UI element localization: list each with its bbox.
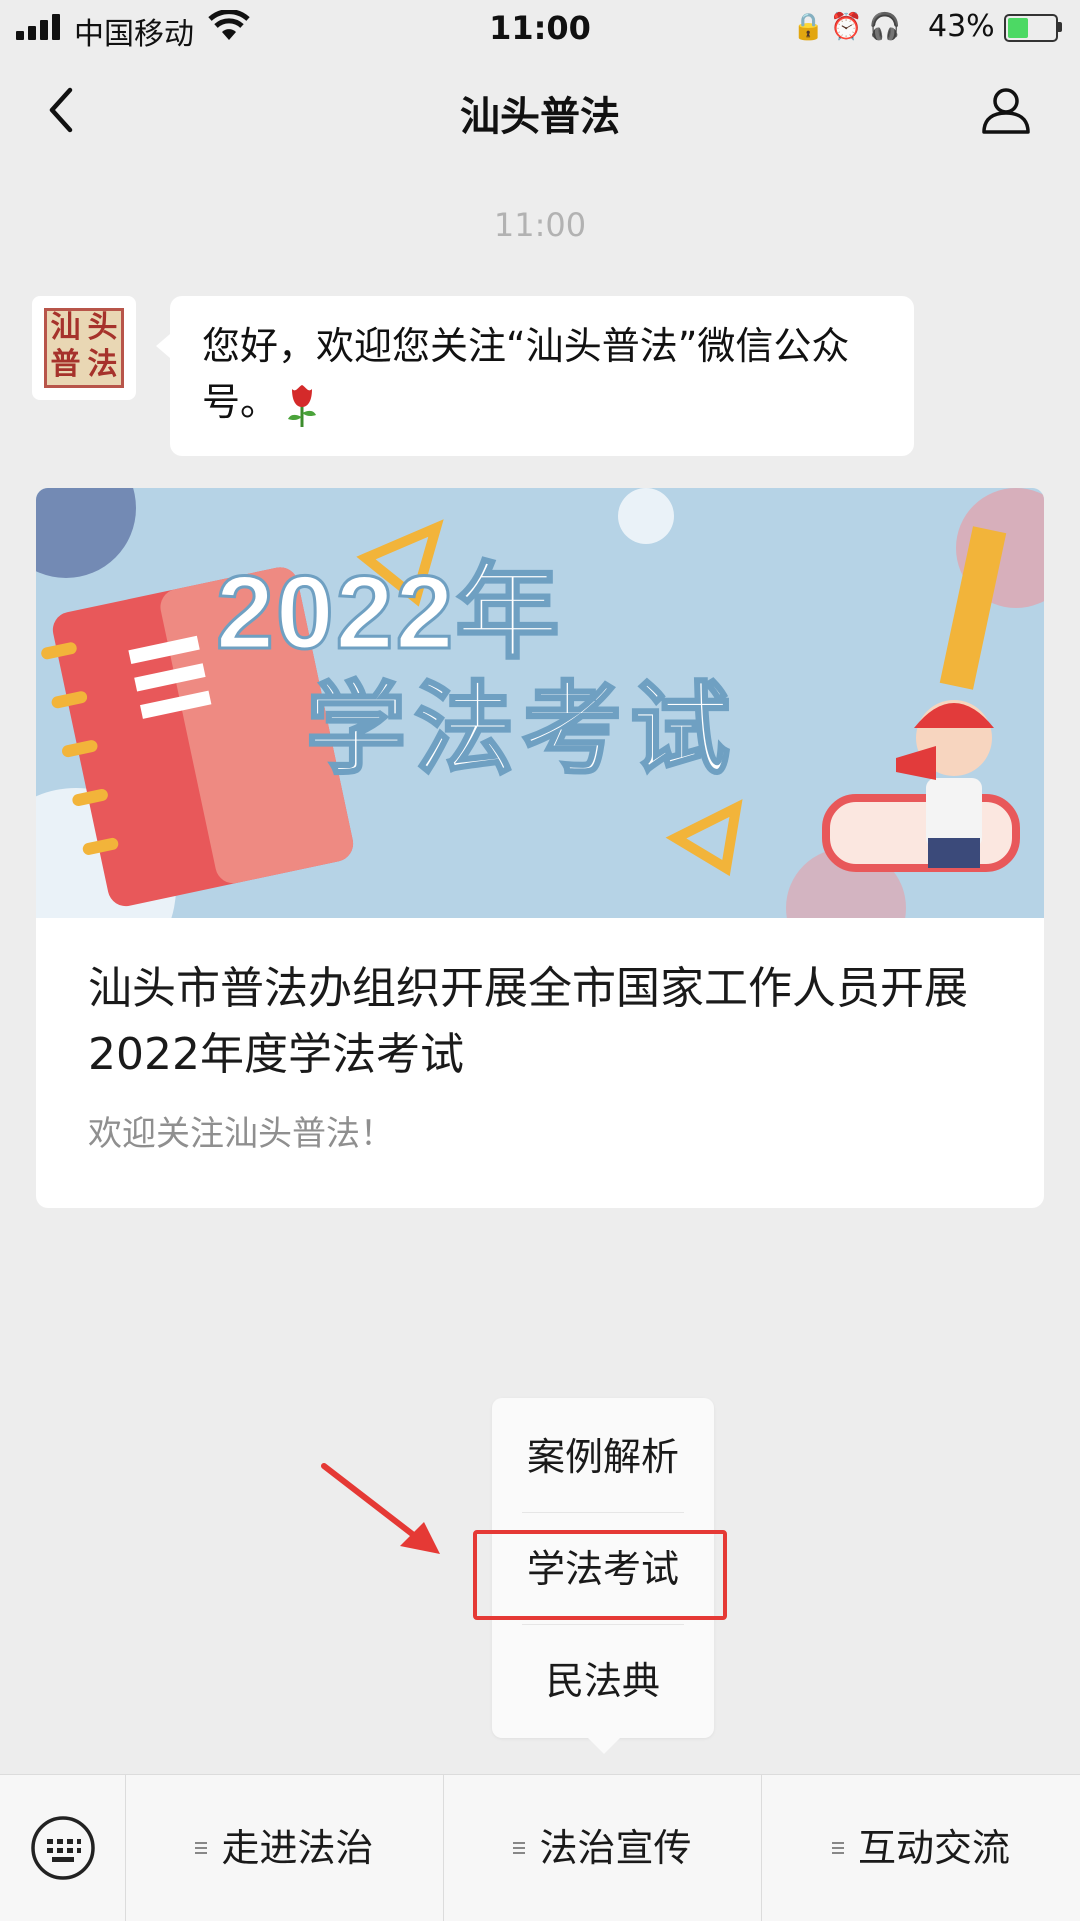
banner-year-text: 2022年 [216,555,561,671]
status-bar: 中国移动 11:00 🔒⏰🎧 43% [0,0,1080,56]
submenu-divider [522,1512,684,1513]
keyboard-toggle-button[interactable] [0,1775,126,1921]
seal-logo: 汕 头 普 法 [44,308,124,388]
submenu-divider [522,1624,684,1625]
rotation-lock-icon: 🔒 [792,12,831,42]
keyboard-icon [31,1816,95,1880]
battery-tip [1058,22,1062,32]
bottom-tab-interaction[interactable]: 互动交流 [762,1775,1080,1921]
menu-lines-icon [195,1839,208,1857]
menu-lines-icon [831,1839,844,1857]
battery-fill [1008,18,1028,38]
bottom-tab-label: 互动交流 [857,1826,1010,1870]
battery-icon [1004,14,1058,42]
seal-char: 头 [87,310,118,345]
battery-percent: 43% [928,9,995,44]
article-banner: 2022年 学法考试 [36,488,1044,918]
chat-timestamp: 11:00 [493,206,587,244]
message-bubble[interactable]: 您好，欢迎您关注“汕头普法”微信公众号。 [156,296,914,456]
banner-headline-text: 学法考试 [306,671,738,788]
submenu-item-cases[interactable]: 案例解析 [492,1402,714,1512]
status-time: 11:00 [489,9,591,47]
article-title: 汕头市普法办组织开展全市国家工作人员开展2022年度学法考试 [88,963,968,1080]
profile-icon[interactable] [976,80,1036,140]
menu-lines-icon [513,1839,526,1857]
seal-char: 普 [50,347,81,382]
bottom-tab-label: 走进法治 [221,1826,374,1870]
bottom-tab-label: 法治宣传 [539,1826,692,1870]
bottom-menu-bar: 走进法治 法治宣传 互动交流 [0,1774,1080,1921]
seal-char: 汕 [50,310,81,345]
page-title: 汕头普法 [460,94,620,140]
message-text-wrap: 您好，欢迎您关注“汕头普法”微信公众号。 [202,318,892,430]
article-card[interactable]: 2022年 学法考试 汕头市普法办组织开展全市国家工作人员开展2022年度学法考… [36,488,1044,1208]
account-avatar[interactable]: 汕 头 普 法 [32,296,136,400]
submenu-item-civil-code[interactable]: 民法典 [492,1626,714,1736]
alarm-icon: ⏰ [830,12,869,42]
bottom-tab-publicity[interactable]: 法治宣传 [444,1775,762,1921]
seal-char: 法 [87,347,118,382]
article-subtitle: 欢迎关注汕头普法！ [88,1114,394,1154]
headphones-icon: 🎧 [868,12,908,42]
bottom-tab-rule-of-law[interactable]: 走进法治 [126,1775,444,1921]
status-icons: 🔒⏰🎧 [792,12,907,42]
highlight-box [473,1530,727,1620]
annotation-arrow [321,1463,440,1554]
rose-emoji-icon [288,384,317,427]
